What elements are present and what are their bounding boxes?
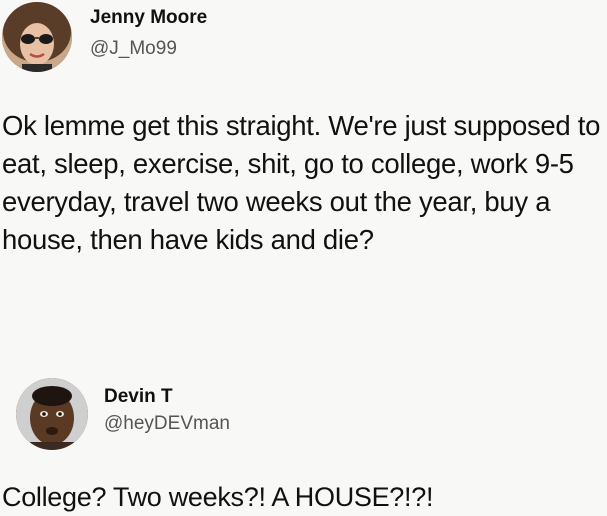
tweet-text: Ok lemme get this straight. We're just s… <box>2 110 601 255</box>
avatar-image <box>16 378 88 450</box>
author-handle[interactable]: @heyDEVman <box>104 413 230 435</box>
avatar[interactable] <box>16 378 88 450</box>
avatar[interactable] <box>2 2 72 72</box>
author-name[interactable]: Jenny Moore <box>90 7 207 29</box>
avatar-image <box>2 2 72 72</box>
tweet-text: College? Two weeks?! A HOUSE?!?! <box>2 482 434 512</box>
author-name[interactable]: Devin T <box>104 386 173 408</box>
tweet-card[interactable]: Devin T @heyDEVman College? Two weeks?! … <box>0 370 607 516</box>
author-handle[interactable]: @J_Mo99 <box>90 38 177 60</box>
tweet-card[interactable]: Jenny Moore @J_Mo99 Ok lemme get this st… <box>0 0 607 330</box>
